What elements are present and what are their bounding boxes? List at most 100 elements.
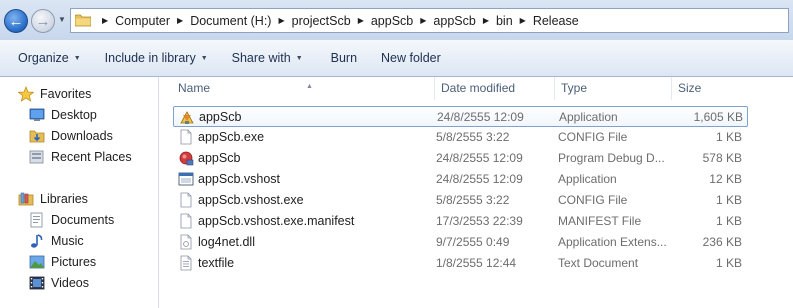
sort-ascending-icon: ▲: [306, 83, 313, 90]
documents-icon: [30, 212, 43, 228]
burn-label: Burn: [330, 51, 358, 65]
dll-file-icon: [180, 234, 192, 250]
file-size: 1 KB: [715, 214, 742, 228]
breadcrumb-release[interactable]: Release: [533, 14, 579, 28]
file-row[interactable]: appScb.vshost.exe.manifest 17/3/2553 22:…: [173, 211, 748, 232]
file-date: 24/8/2555 12:09: [436, 151, 523, 165]
chevron-down-icon: ▼: [295, 54, 303, 62]
file-type: Application: [558, 172, 617, 186]
file-name: appScb.vshost.exe.manifest: [198, 214, 355, 228]
text-file-icon: [180, 255, 192, 271]
back-button[interactable]: ←: [4, 9, 28, 33]
file-size: 1 KB: [715, 256, 742, 270]
nav-documents[interactable]: Documents: [29, 210, 114, 230]
column-header-date-modified[interactable]: Date modified: [435, 77, 555, 100]
breadcrumb-drive[interactable]: Document (H:): [190, 14, 271, 28]
organize-button[interactable]: Organize ▼: [10, 46, 89, 70]
share-with-button[interactable]: Share with ▼: [224, 46, 311, 70]
breadcrumb-separator-icon[interactable]: ▶: [102, 16, 108, 25]
file-name: appScb: [199, 110, 242, 124]
music-icon: [31, 234, 43, 248]
arrow-right-icon: →: [35, 12, 51, 30]
breadcrumb-appscb-inner[interactable]: appScb: [433, 14, 475, 28]
file-size: 1 KB: [715, 193, 742, 207]
file-list: ▲ Name Date modified Type Size appScb 24…: [160, 77, 793, 308]
nav-videos[interactable]: Videos: [29, 273, 89, 293]
arrow-left-icon: ←: [8, 12, 24, 30]
command-bar: Organize ▼ Include in library ▼ Share wi…: [0, 40, 793, 77]
file-row[interactable]: log4net.dll 9/7/2555 0:49 Application Ex…: [173, 232, 748, 253]
nav-pictures-label: Pictures: [51, 255, 97, 269]
file-date: 9/7/2555 0:49: [436, 235, 510, 249]
file-size: 236 KB: [702, 235, 742, 249]
forward-button[interactable]: →: [31, 9, 55, 33]
column-header-size[interactable]: Size: [672, 77, 752, 100]
file-size: 1 KB: [715, 130, 742, 144]
file-type: Application: [559, 110, 618, 124]
nav-music-label: Music: [51, 234, 84, 248]
new-folder-button[interactable]: New folder: [373, 46, 449, 70]
nav-favorites[interactable]: Favorites: [18, 84, 91, 104]
file-row[interactable]: appScb.vshost 24/8/2555 12:09 Applicatio…: [173, 169, 748, 190]
libraries-icon: [18, 192, 34, 206]
nav-libraries[interactable]: Libraries: [18, 189, 88, 209]
column-header-type[interactable]: Type: [555, 77, 672, 100]
file-name: appScb.vshost.exe: [198, 193, 304, 207]
app-scb-icon: [180, 111, 194, 124]
nav-music[interactable]: Music: [29, 231, 84, 251]
include-in-library-button[interactable]: Include in library ▼: [97, 46, 216, 70]
nav-documents-label: Documents: [51, 213, 115, 227]
nav-recent-places[interactable]: Recent Places: [29, 147, 132, 167]
organize-label: Organize: [18, 51, 69, 65]
recent-places-icon: [29, 150, 44, 164]
folder-icon: [75, 14, 91, 27]
address-bar: ← → ▼ ▶ Computer ▶ Document (H:) ▶ proje…: [0, 0, 793, 40]
column-header-type-label: Type: [561, 81, 588, 95]
nav-favorites-label: Favorites: [40, 87, 92, 101]
burn-button[interactable]: Burn: [323, 46, 365, 70]
nav-libraries-label: Libraries: [40, 192, 88, 206]
breadcrumb-separator-icon[interactable]: ▶: [520, 16, 526, 25]
share-with-label: Share with: [231, 51, 291, 65]
breadcrumb-separator-icon[interactable]: ▶: [358, 16, 364, 25]
config-file-icon: [180, 192, 192, 208]
file-type: CONFIG File: [558, 193, 628, 207]
file-date: 5/8/2555 3:22: [436, 193, 510, 207]
file-row[interactable]: appScb 24/8/2555 12:09 Program Debug D..…: [173, 148, 748, 169]
file-type: MANIFEST File: [558, 214, 642, 228]
file-date: 24/8/2555 12:09: [436, 172, 523, 186]
navigation-pane: Favorites Desktop Downloads Recent Place…: [0, 77, 159, 308]
include-in-library-label: Include in library: [104, 51, 196, 65]
file-name: appScb.vshost: [198, 172, 280, 186]
column-header-name[interactable]: ▲ Name: [172, 77, 435, 100]
breadcrumb-computer[interactable]: Computer: [115, 14, 170, 28]
breadcrumb-appscb[interactable]: appScb: [371, 14, 413, 28]
pictures-icon: [29, 255, 45, 269]
file-date: 24/8/2555 12:09: [437, 110, 524, 124]
star-icon: [18, 86, 34, 102]
file-type: Program Debug D...: [558, 151, 665, 165]
file-date: 1/8/2555 12:44: [436, 256, 517, 270]
breadcrumb-separator-icon[interactable]: ▶: [278, 16, 284, 25]
file-size: 578 KB: [702, 151, 742, 165]
file-row[interactable]: appScb.vshost.exe 5/8/2555 3:22 CONFIG F…: [173, 190, 748, 211]
nav-pictures[interactable]: Pictures: [29, 252, 96, 272]
file-name: log4net.dll: [198, 235, 255, 249]
breadcrumb-separator-icon[interactable]: ▶: [420, 16, 426, 25]
breadcrumb-projectscb[interactable]: projectScb: [292, 14, 351, 28]
file-row[interactable]: textfile 1/8/2555 12:44 Text Document 1 …: [173, 253, 748, 274]
breadcrumb-separator-icon[interactable]: ▶: [177, 16, 183, 25]
file-row[interactable]: appScb.exe 5/8/2555 3:22 CONFIG File 1 K…: [173, 127, 748, 148]
breadcrumb-separator-icon[interactable]: ▶: [483, 16, 489, 25]
file-type: Application Extens...: [558, 235, 667, 249]
breadcrumb-bin[interactable]: bin: [496, 14, 513, 28]
nav-desktop-label: Desktop: [51, 108, 97, 122]
recent-pages-dropdown[interactable]: ▼: [57, 15, 67, 25]
file-row[interactable]: appScb 24/8/2555 12:09 Application 1,605…: [173, 106, 748, 127]
nav-downloads[interactable]: Downloads: [29, 126, 113, 146]
file-size: 12 KB: [709, 172, 742, 186]
videos-icon: [29, 276, 45, 290]
breadcrumb[interactable]: ▶ Computer ▶ Document (H:) ▶ projectScb …: [70, 8, 789, 33]
nav-desktop[interactable]: Desktop: [29, 105, 97, 125]
column-header-date-label: Date modified: [441, 81, 516, 95]
